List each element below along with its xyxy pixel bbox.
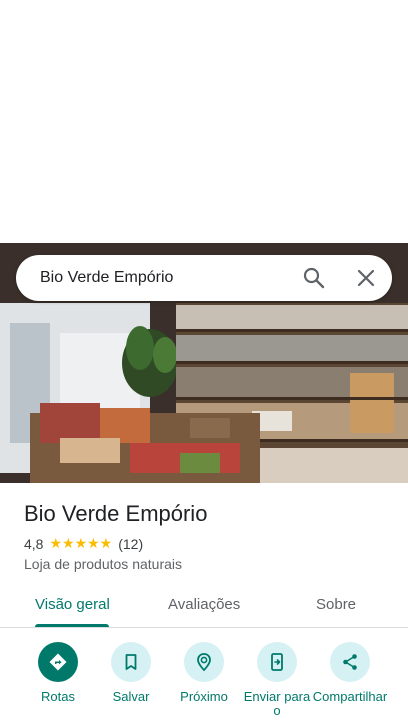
search-icon[interactable] xyxy=(303,267,325,289)
tab-about[interactable]: Sobre xyxy=(316,596,356,613)
search-input[interactable]: Bio Verde Empório xyxy=(40,269,173,287)
bookmark-icon xyxy=(111,642,151,682)
top-blank-area xyxy=(0,0,408,243)
directions-button[interactable]: Rotas xyxy=(20,642,96,704)
place-category: Loja de produtos naturais xyxy=(24,556,182,572)
tabs-divider xyxy=(0,627,408,628)
save-button[interactable]: Salvar xyxy=(93,642,169,704)
rating-row[interactable]: 4,8 ★★★★★ (12) xyxy=(24,535,143,552)
review-count: (12) xyxy=(118,535,144,552)
share-label: Compartilhar xyxy=(312,689,388,704)
directions-label: Rotas xyxy=(41,689,75,704)
send-to-phone-label: Enviar para o xyxy=(243,689,311,718)
share-button[interactable]: Compartilhar xyxy=(312,642,388,704)
tab-overview[interactable]: Visão geral xyxy=(35,596,110,613)
save-label: Salvar xyxy=(112,689,150,704)
star-rating-icon: ★★★★★ xyxy=(49,535,113,551)
nearby-button[interactable]: Próximo xyxy=(166,642,242,704)
nearby-icon xyxy=(184,642,224,682)
rating-value: 4,8 xyxy=(24,535,44,552)
close-icon[interactable] xyxy=(356,268,376,288)
share-icon xyxy=(330,642,370,682)
place-title: Bio Verde Empório xyxy=(24,501,208,526)
send-to-phone-icon xyxy=(257,642,297,682)
search-bar[interactable]: Bio Verde Empório xyxy=(16,255,392,301)
directions-icon xyxy=(38,642,78,682)
nearby-label: Próximo xyxy=(180,689,228,704)
tab-reviews[interactable]: Avaliações xyxy=(168,596,240,613)
send-to-phone-button[interactable]: Enviar para o xyxy=(239,642,315,718)
